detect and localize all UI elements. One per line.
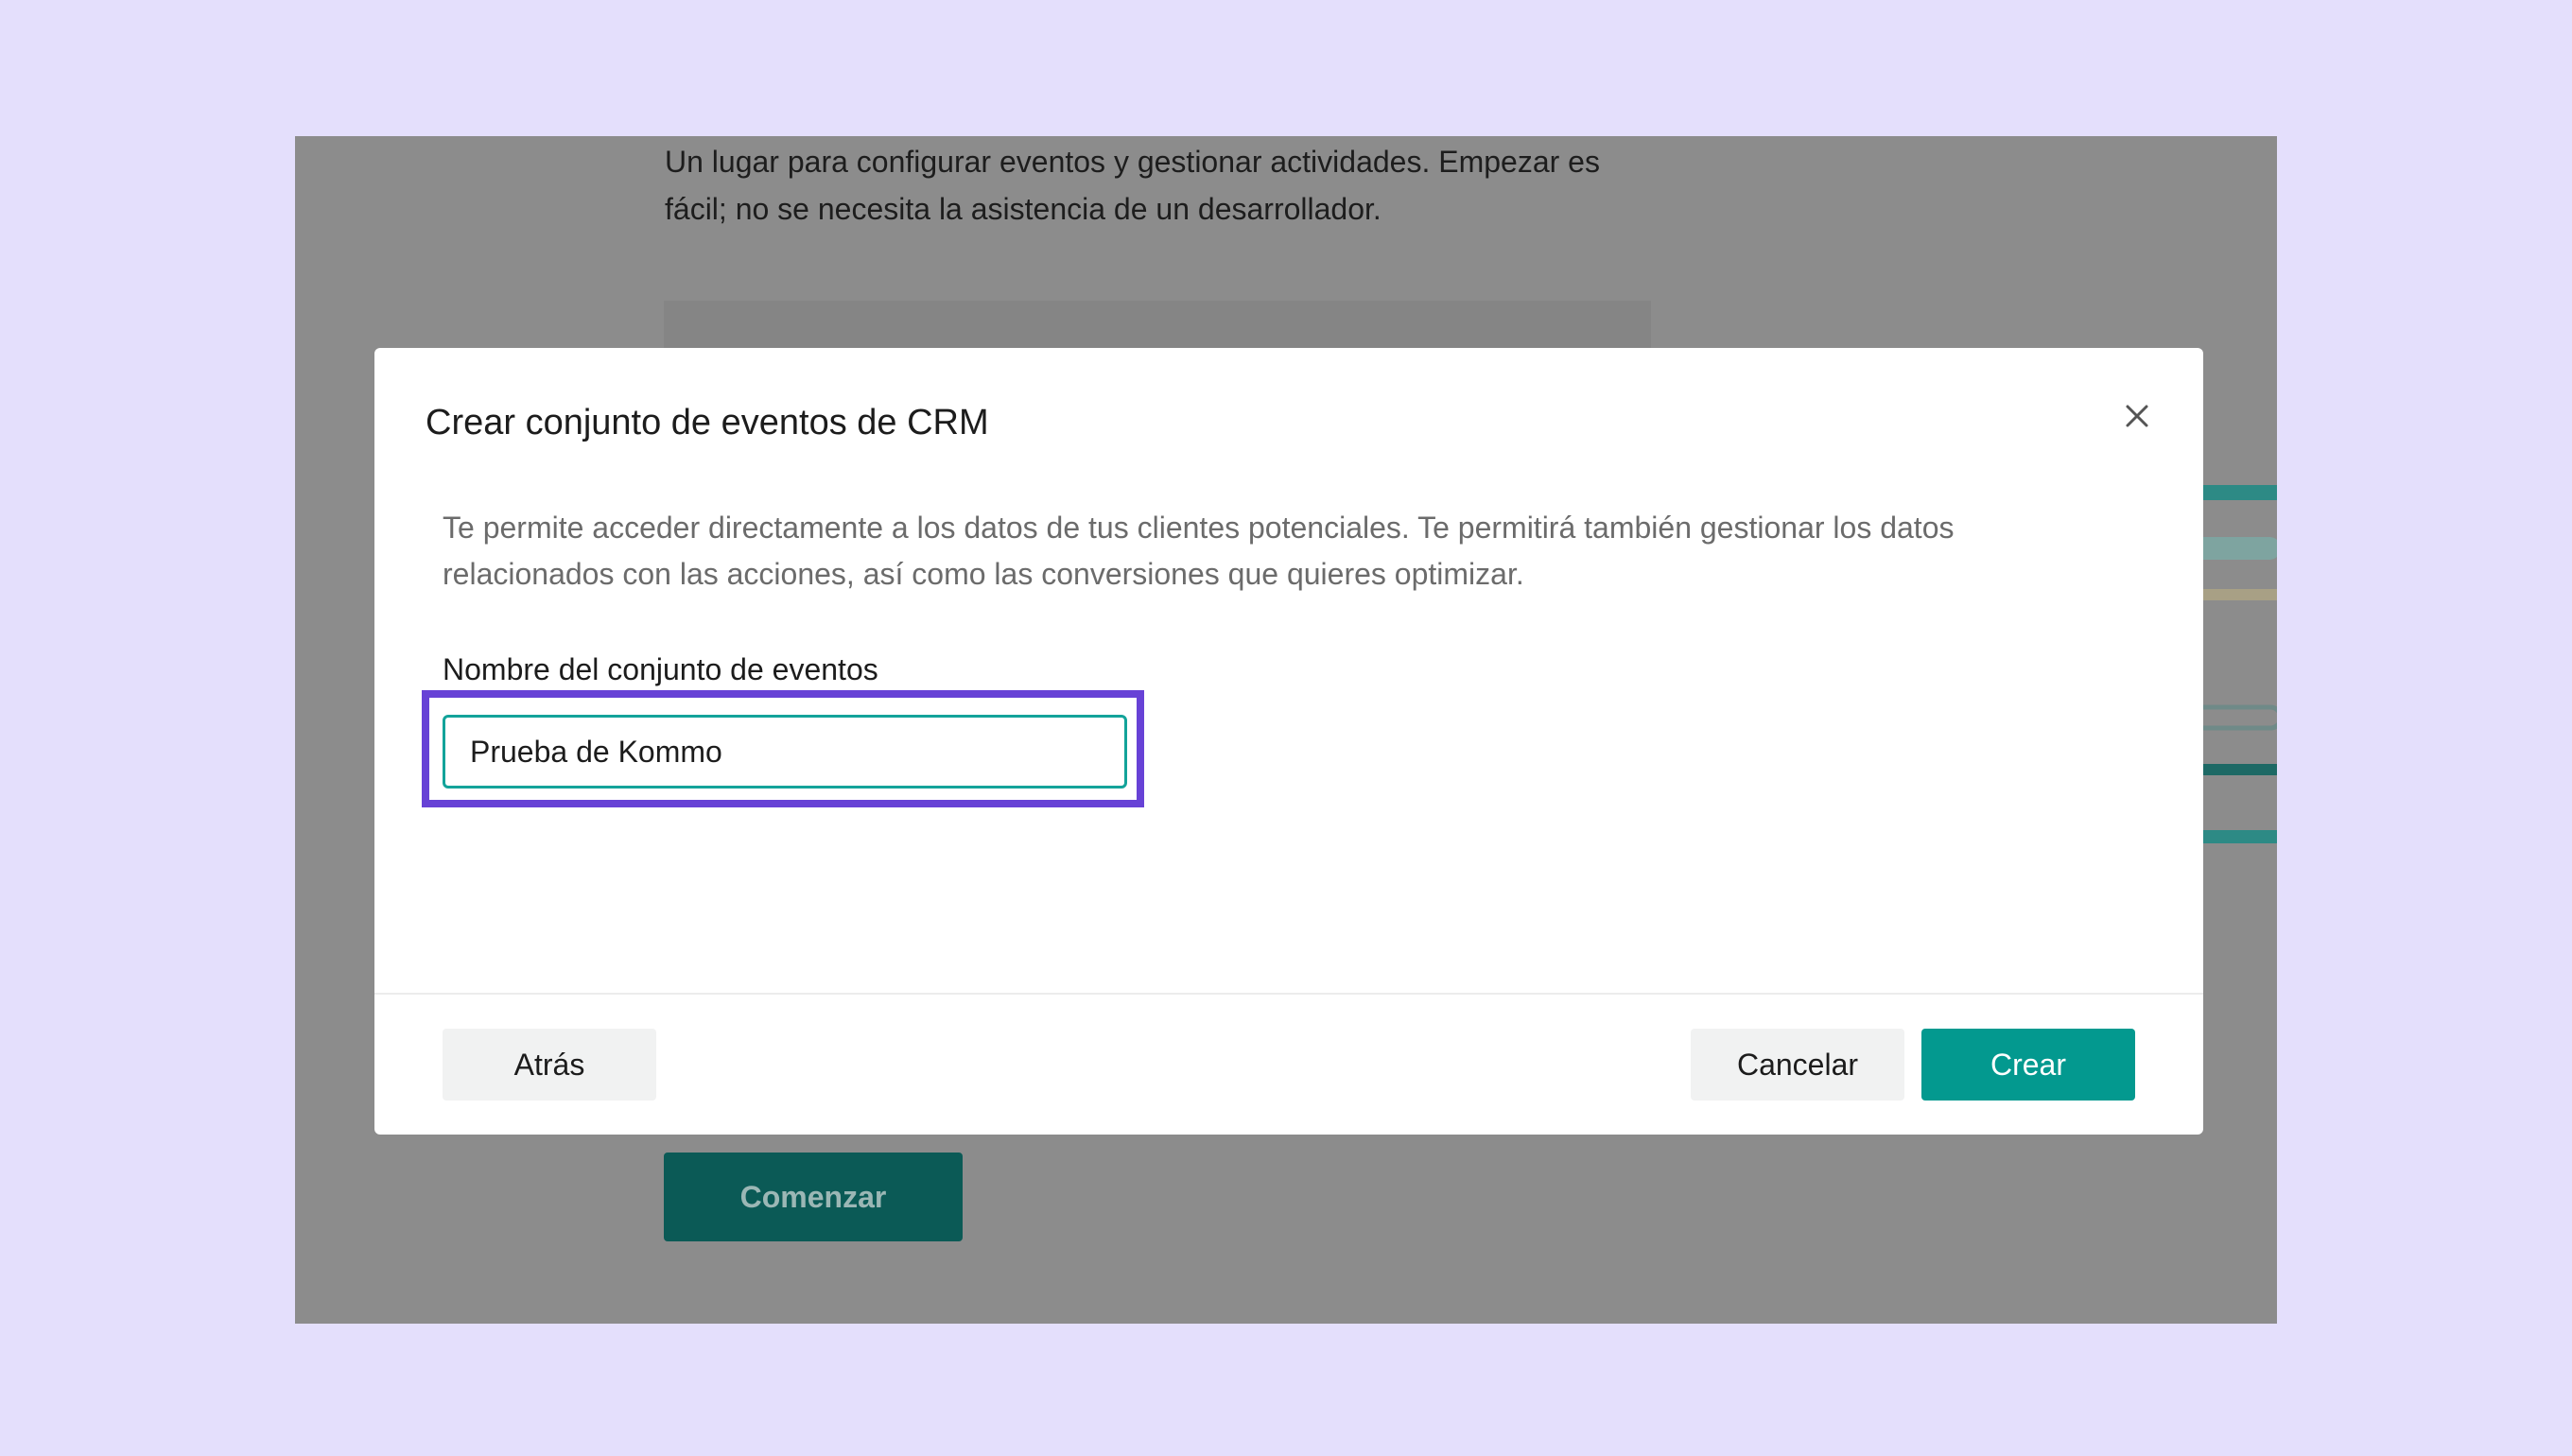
background-intro-text: Un lugar para configurar eventos y gesti… [665,145,1600,226]
start-button: Comenzar [664,1153,963,1241]
close-button[interactable] [2116,395,2158,437]
back-button[interactable]: Atrás [443,1029,656,1101]
create-button[interactable]: Crear [1921,1029,2135,1101]
cancel-button[interactable]: Cancelar [1691,1029,1904,1101]
create-event-set-dialog: Crear conjunto de eventos de CRM Te perm… [374,348,2203,1135]
event-set-name-label: Nombre del conjunto de eventos [443,652,878,686]
footer-divider [374,993,2203,995]
close-icon [2126,405,2148,427]
dialog-description: Te permite acceder directamente a los da… [443,511,1955,591]
dialog-title: Crear conjunto de eventos de CRM [426,403,989,442]
event-set-name-input[interactable] [443,715,1127,789]
